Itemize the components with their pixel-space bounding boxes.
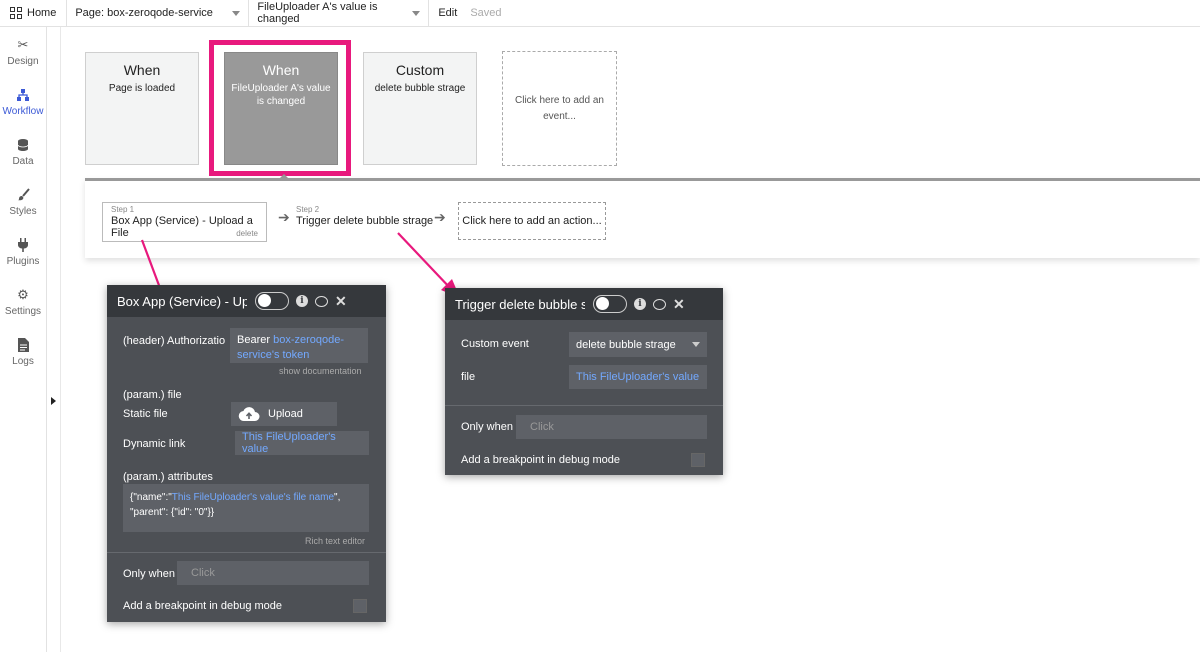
panel-toggle[interactable]	[593, 295, 627, 313]
breakpoint-label: Add a breakpoint in debug mode	[123, 600, 283, 612]
param-attributes-label: (param.) attributes	[123, 471, 213, 483]
custom-event-value: delete bubble strage	[576, 338, 676, 351]
only-when-field[interactable]: Click	[177, 561, 369, 585]
attributes-field[interactable]: {"name":"This FileUploader's value's fil…	[123, 484, 369, 532]
static-text: Bearer	[237, 334, 274, 346]
close-icon[interactable]: ✕	[673, 297, 685, 311]
chevron-down-icon	[692, 342, 700, 347]
info-icon[interactable]: i	[296, 295, 308, 307]
header-authorization-field[interactable]: Bearer box-zeroqode-service's token	[230, 328, 368, 363]
upload-action-panel: Box App (Service) - Upload a File i ✕ (h…	[107, 285, 386, 622]
static-text: ",	[334, 492, 341, 503]
close-icon[interactable]: ✕	[335, 294, 347, 308]
static-text: "parent": {"id": "0"}}	[130, 507, 215, 518]
upload-button-label: Upload	[268, 408, 303, 420]
comment-icon[interactable]	[315, 295, 328, 307]
static-file-label: Static file	[123, 408, 168, 420]
file-field[interactable]: This FileUploader's value	[569, 365, 707, 389]
cloud-upload-icon	[238, 406, 260, 421]
dynamic-link-label: Dynamic link	[123, 438, 186, 450]
param-file-label: (param.) file	[123, 389, 182, 401]
dynamic-expression[interactable]: This FileUploader's value	[576, 371, 699, 383]
show-documentation-link[interactable]: show documentation	[279, 366, 362, 376]
dynamic-link-field[interactable]: This FileUploader's value	[235, 431, 369, 455]
breakpoint-label: Add a breakpoint in debug mode	[461, 454, 621, 466]
panel-header: Box App (Service) - Upload a File i ✕	[107, 285, 386, 317]
custom-event-label: Custom event	[461, 338, 529, 350]
custom-event-select[interactable]: delete bubble strage	[569, 332, 707, 357]
header-authorization-label: (header) Authorizatio	[123, 335, 226, 347]
comment-icon[interactable]	[653, 298, 666, 310]
toggle-knob-icon	[258, 294, 271, 307]
panel-toggle[interactable]	[255, 292, 289, 310]
only-when-label: Only when	[123, 568, 175, 580]
only-when-label: Only when	[461, 421, 513, 433]
upload-button[interactable]: Upload	[231, 402, 337, 426]
section-divider	[445, 405, 723, 406]
section-divider	[107, 552, 386, 553]
file-label: file	[461, 371, 476, 383]
info-icon[interactable]: i	[634, 298, 646, 310]
only-when-field[interactable]: Click	[516, 415, 707, 439]
breakpoint-checkbox[interactable]	[353, 599, 367, 613]
trigger-action-panel: Trigger delete bubble strage i ✕ Custom …	[445, 288, 723, 475]
panel-header: Trigger delete bubble strage i ✕	[445, 288, 723, 320]
panel-title: Box App (Service) - Upload a File	[117, 293, 247, 309]
toggle-knob-icon	[596, 297, 609, 310]
dynamic-expression[interactable]: This FileUploader's value	[242, 431, 362, 455]
dynamic-expression[interactable]: This FileUploader's value's file name	[172, 492, 334, 503]
panel-title: Trigger delete bubble strage	[455, 296, 585, 312]
rich-text-editor-link[interactable]: Rich text editor	[305, 536, 365, 546]
static-text: {"name":"	[130, 492, 172, 503]
breakpoint-checkbox[interactable]	[691, 453, 705, 467]
